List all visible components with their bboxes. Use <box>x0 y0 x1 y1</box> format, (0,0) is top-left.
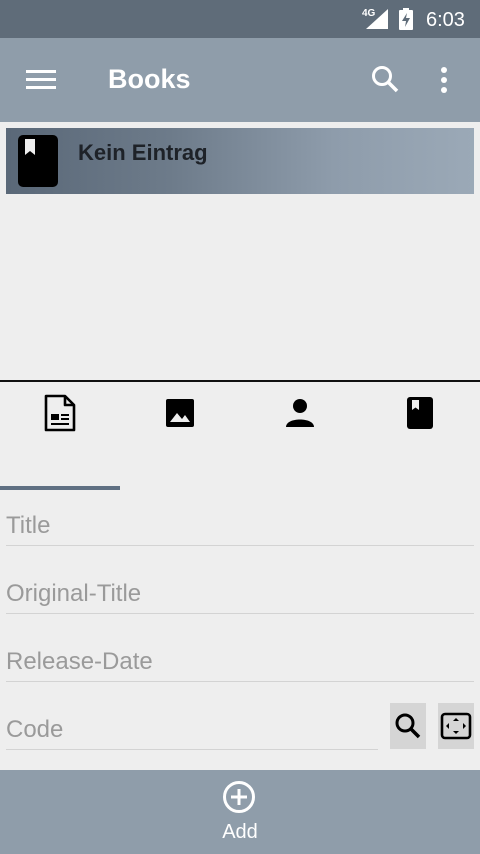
search-icon <box>395 713 421 739</box>
tab-book[interactable] <box>360 394 480 464</box>
book-icon <box>407 397 433 429</box>
original-title-field[interactable] <box>6 574 474 614</box>
add-label: Add <box>222 821 258 843</box>
release-date-input[interactable] <box>6 642 474 681</box>
signal-icon <box>366 9 388 29</box>
book-list: Kein Eintrag <box>0 122 480 380</box>
status-bar: 4G 6:03 <box>0 0 480 38</box>
clock: 6:03 <box>426 9 465 31</box>
add-circle-icon <box>223 781 255 813</box>
code-search-button[interactable] <box>390 703 426 749</box>
search-icon[interactable] <box>370 64 400 94</box>
menu-icon[interactable] <box>26 66 58 94</box>
person-icon <box>286 399 314 427</box>
app-bar: Books <box>0 38 480 122</box>
battery-charging-icon <box>399 8 413 30</box>
code-input[interactable] <box>6 710 378 749</box>
title-input[interactable] <box>6 506 474 545</box>
code-field[interactable] <box>6 710 378 750</box>
tab-image[interactable] <box>120 394 240 464</box>
tab-details[interactable] <box>0 394 120 464</box>
list-item-label: Kein Eintrag <box>78 140 208 165</box>
original-title-input[interactable] <box>6 574 474 613</box>
scan-code-button[interactable] <box>438 703 474 749</box>
image-icon <box>166 399 194 427</box>
more-options-icon[interactable] <box>434 62 454 98</box>
document-icon <box>44 394 76 432</box>
add-button[interactable]: Add <box>0 770 480 854</box>
release-date-field[interactable] <box>6 642 474 682</box>
tab-person[interactable] <box>240 394 360 464</box>
scan-icon <box>440 712 472 740</box>
page-title: Books <box>108 64 191 94</box>
tab-bar <box>0 382 480 490</box>
title-field[interactable] <box>6 506 474 546</box>
list-item[interactable]: Kein Eintrag <box>6 128 474 194</box>
book-icon <box>18 135 58 187</box>
tab-indicator <box>0 486 120 490</box>
